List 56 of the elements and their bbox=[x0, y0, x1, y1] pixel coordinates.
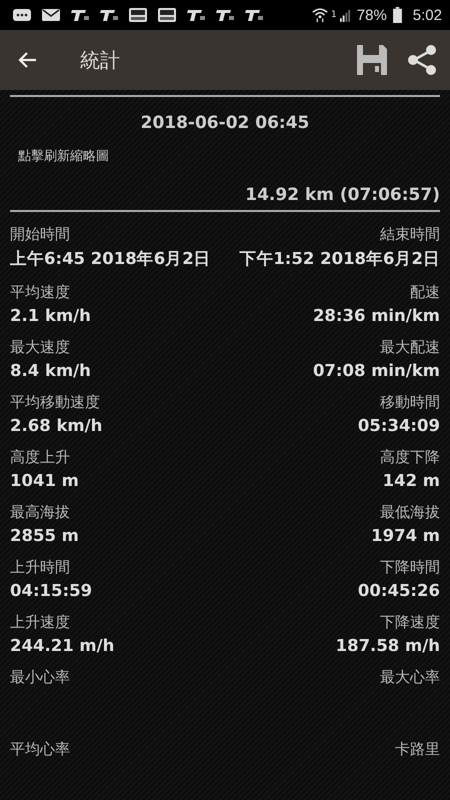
share-icon[interactable] bbox=[406, 44, 438, 76]
stat-label: 高度上升 bbox=[10, 448, 70, 467]
signal-label: 1 bbox=[331, 10, 337, 20]
message-icon bbox=[12, 7, 32, 23]
app-icon bbox=[215, 7, 235, 23]
app-icon bbox=[186, 7, 206, 23]
stat-label: 最低海拔 bbox=[380, 503, 440, 522]
stat-value: 2.68 km/h bbox=[10, 416, 102, 435]
stat-label: 配速 bbox=[410, 283, 440, 302]
stat-value: 2.1 km/h bbox=[10, 306, 91, 325]
stat-value: 05:34:09 bbox=[358, 416, 440, 435]
app-icon bbox=[70, 7, 90, 23]
app-icon bbox=[99, 7, 119, 23]
stat-value: 28:36 min/km bbox=[312, 306, 440, 325]
app-icon bbox=[244, 7, 264, 23]
battery-icon bbox=[392, 7, 402, 23]
mail-icon bbox=[41, 7, 61, 23]
stat-label: 平均心率 bbox=[10, 740, 70, 759]
stat-value: 07:08 min/km bbox=[312, 361, 440, 380]
clock: 5:02 bbox=[412, 6, 442, 24]
stat-value: 244.21 m/h bbox=[10, 636, 114, 655]
stat-label: 上升速度 bbox=[10, 613, 70, 632]
stat-label: 開始時間 bbox=[10, 225, 70, 244]
stat-value: 04:15:59 bbox=[10, 581, 92, 600]
stat-value: 上午6:45 2018年6月2日 bbox=[10, 248, 211, 270]
stat-label: 卡路里 bbox=[395, 740, 440, 759]
stat-value: 1974 m bbox=[371, 526, 440, 545]
stat-label: 上升時間 bbox=[10, 558, 70, 577]
stat-label: 結束時間 bbox=[380, 225, 440, 244]
thumbnail-hint[interactable]: 點擊刷新縮略圖 bbox=[18, 147, 440, 165]
stat-label: 下降時間 bbox=[380, 558, 440, 577]
stat-label: 移動時間 bbox=[380, 393, 440, 412]
track-date: 2018-06-02 06:45 bbox=[140, 113, 310, 133]
app-icon bbox=[157, 7, 177, 23]
app-icon bbox=[128, 7, 148, 23]
battery-percent: 78% bbox=[356, 6, 387, 24]
stat-label: 下降速度 bbox=[380, 613, 440, 632]
stat-label: 平均速度 bbox=[10, 283, 70, 302]
stat-label: 平均移動速度 bbox=[10, 393, 100, 412]
stat-label: 高度下降 bbox=[380, 448, 440, 467]
stat-value: 187.58 m/h bbox=[336, 636, 440, 655]
stat-label: 最高海拔 bbox=[10, 503, 70, 522]
distance-duration: 14.92 km (07:06:57) bbox=[244, 185, 440, 205]
stat-value: 00:45:26 bbox=[358, 581, 440, 600]
stat-value: 8.4 km/h bbox=[10, 361, 91, 380]
wifi-icon bbox=[312, 6, 328, 24]
stat-label: 最大配速 bbox=[380, 338, 440, 357]
screen-title: 統計 bbox=[80, 46, 121, 74]
stat-label: 最大速度 bbox=[10, 338, 70, 357]
stat-label: 最大心率 bbox=[380, 668, 440, 687]
stat-value: 1041 m bbox=[10, 471, 79, 490]
stat-value: 2855 m bbox=[10, 526, 79, 545]
stat-label: 最小心率 bbox=[10, 668, 70, 687]
signal-icon bbox=[340, 8, 351, 22]
stat-value: 下午1:52 2018年6月2日 bbox=[239, 248, 440, 270]
stat-value: 142 m bbox=[382, 471, 440, 490]
